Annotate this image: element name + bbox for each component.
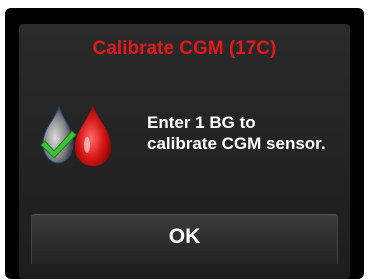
message-line-1: Enter 1 BG to	[147, 113, 256, 132]
message-line-2: calibrate CGM sensor.	[147, 134, 326, 153]
device-screen: Calibrate CGM (17C) Enter 1 BG to calibr…	[5, 8, 364, 279]
dialog-title: Calibrate CGM (17C)	[92, 38, 277, 59]
calibration-icons	[39, 101, 115, 167]
red-blood-drop-icon	[75, 105, 111, 166]
calibration-message: Enter 1 BG to calibrate CGM sensor.	[147, 112, 347, 154]
gray-drop-with-checkmark-icon	[40, 105, 77, 164]
ok-button[interactable]: OK	[31, 214, 338, 264]
